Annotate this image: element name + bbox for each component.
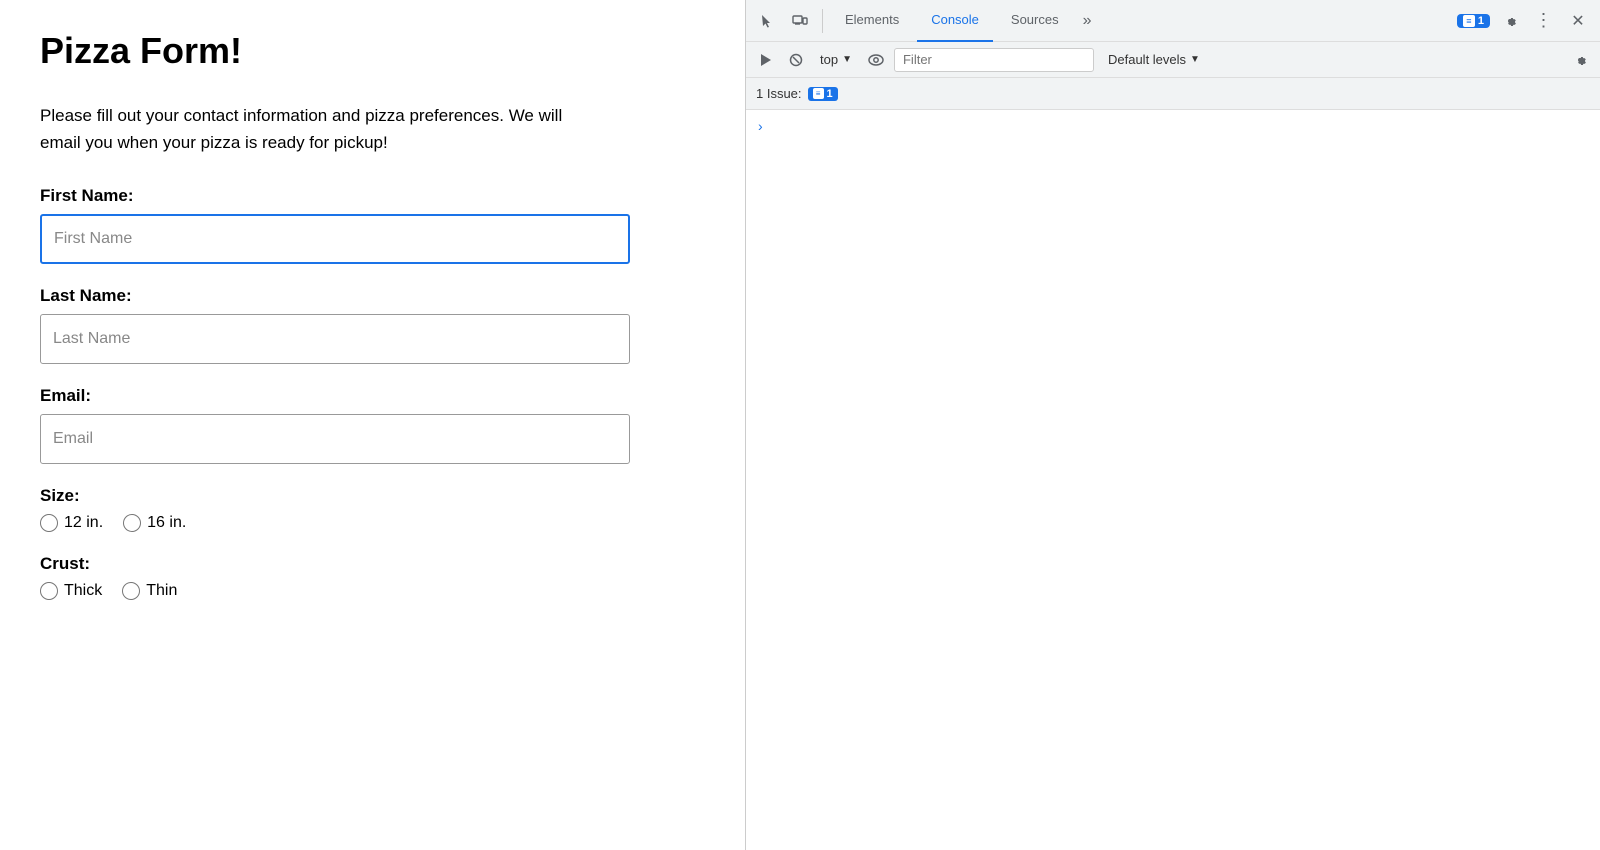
crust-thin-text: Thin [146, 582, 177, 600]
crust-thick-text: Thick [64, 582, 102, 600]
size-16-text: 16 in. [147, 514, 186, 532]
size-radio-group: 12 in. 16 in. [40, 514, 705, 532]
crust-thick-label: Thick [40, 582, 102, 600]
size-12-text: 12 in. [64, 514, 103, 532]
badge-icon: ≡ [1463, 15, 1475, 27]
first-name-group: First Name: [40, 186, 705, 264]
tab-console[interactable]: Console [917, 0, 993, 42]
size-12-radio[interactable] [40, 514, 58, 532]
tab-elements[interactable]: Elements [831, 0, 913, 42]
webpage-panel: Pizza Form! Please fill out your contact… [0, 0, 745, 850]
issues-bar: 1 Issue: ≡ 1 [746, 78, 1600, 110]
last-name-label: Last Name: [40, 286, 705, 306]
tab-sources[interactable]: Sources [997, 0, 1073, 42]
device-toolbar-button[interactable] [786, 7, 814, 35]
log-levels-dropdown[interactable]: Default levels ▼ [1100, 50, 1208, 69]
crust-label: Crust: [40, 554, 705, 574]
issues-badge-icon: ≡ [813, 88, 824, 99]
more-options-button[interactable]: ⋮ [1530, 7, 1558, 35]
clear-console-button[interactable] [784, 48, 808, 72]
page-description: Please fill out your contact information… [40, 102, 580, 156]
issues-count: 1 [827, 88, 833, 100]
log-levels-label: Default levels [1108, 52, 1186, 67]
crust-group: Crust: Thick Thin [40, 554, 705, 600]
size-group: Size: 12 in. 16 in. [40, 486, 705, 532]
first-name-label: First Name: [40, 186, 705, 206]
console-settings-button[interactable] [1568, 48, 1592, 72]
email-group: Email: [40, 386, 705, 464]
live-expressions-button[interactable] [864, 48, 888, 72]
close-devtools-button[interactable]: ✕ [1564, 7, 1592, 35]
crust-thin-label: Thin [122, 582, 177, 600]
console-context-label: top [820, 52, 838, 67]
size-12-label: 12 in. [40, 514, 103, 532]
size-label: Size: [40, 486, 705, 506]
console-prompt-chevron[interactable]: › [758, 118, 763, 134]
last-name-input[interactable] [40, 314, 630, 364]
console-filter-input[interactable] [894, 48, 1094, 72]
email-label: Email: [40, 386, 705, 406]
crust-thin-radio[interactable] [122, 582, 140, 600]
console-context-dropdown[interactable]: top ▼ [814, 50, 858, 69]
devtools-panel: Elements Console Sources » ≡ 1 ⋮ ✕ [746, 0, 1600, 850]
first-name-input[interactable] [40, 214, 630, 264]
issues-label: 1 Issue: [756, 86, 802, 101]
chevron-down-icon-2: ▼ [1190, 54, 1200, 65]
settings-button[interactable] [1496, 7, 1524, 35]
console-toolbar: top ▼ Default levels ▼ [746, 42, 1600, 78]
console-badge: ≡ 1 [1457, 14, 1490, 28]
issues-badge: ≡ 1 [808, 87, 838, 101]
execute-script-button[interactable] [754, 48, 778, 72]
inspect-element-button[interactable] [754, 7, 782, 35]
size-16-label: 16 in. [123, 514, 186, 532]
more-tabs-button[interactable]: » [1077, 12, 1098, 30]
last-name-group: Last Name: [40, 286, 705, 364]
crust-radio-group: Thick Thin [40, 582, 705, 600]
tab-separator-1 [822, 9, 823, 33]
chevron-down-icon: ▼ [842, 54, 852, 65]
crust-thick-radio[interactable] [40, 582, 58, 600]
page-title: Pizza Form! [40, 30, 705, 72]
size-16-radio[interactable] [123, 514, 141, 532]
email-input[interactable] [40, 414, 630, 464]
console-content: › [746, 110, 1600, 850]
devtools-tabbar: Elements Console Sources » ≡ 1 ⋮ ✕ [746, 0, 1600, 42]
